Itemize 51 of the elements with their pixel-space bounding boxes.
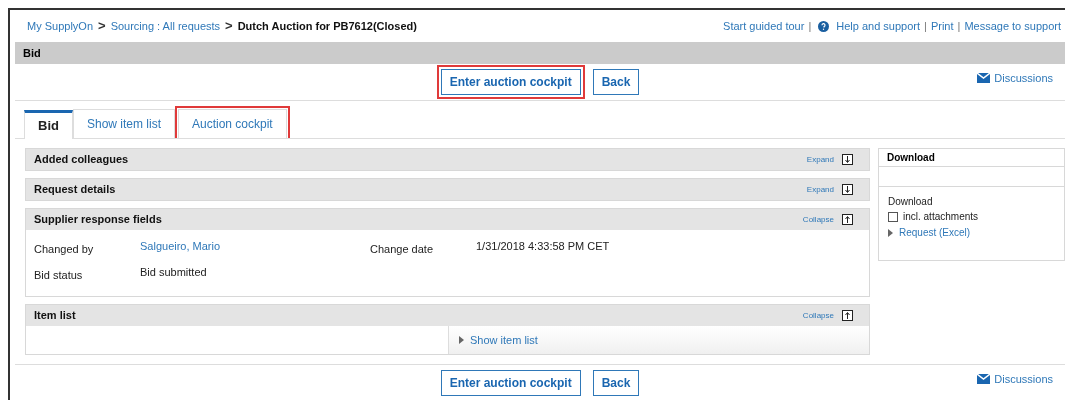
field-label: Change date — [370, 242, 434, 257]
breadcrumb-link[interactable]: My SupplyOn — [27, 17, 94, 35]
action-button[interactable]: Back — [592, 370, 640, 396]
checkbox-label: incl. attachments — [903, 210, 979, 224]
breadcrumb-current: Dutch Auction for PB7612(Closed) — [237, 18, 417, 34]
panel-title: Item list — [34, 308, 77, 324]
action-button[interactable]: Back — [592, 69, 640, 95]
toggle-link[interactable]: Expand — [806, 153, 834, 166]
field-value: 1/31/2018 4:33:58 PM CET — [476, 239, 611, 254]
collapse-icon[interactable] — [842, 310, 853, 321]
excel-download-link[interactable]: Request (Excel) — [888, 225, 1055, 240]
toggle-link[interactable]: Expand — [806, 183, 834, 196]
action-button[interactable]: Enter auction cockpit — [440, 69, 581, 95]
download-label: Download — [888, 195, 934, 209]
panel-title: Added colleagues — [34, 152, 130, 168]
envelope-icon — [977, 374, 991, 385]
top-link[interactable]: Help and support — [836, 17, 921, 35]
panel-title: Download — [887, 151, 935, 165]
expand-icon[interactable] — [842, 154, 853, 165]
link-separator: | — [924, 18, 927, 34]
breadcrumb-link[interactable]: Sourcing : All requests — [110, 17, 221, 35]
collapse-icon[interactable] — [842, 214, 853, 225]
panel-title: Supplier response fields — [34, 212, 163, 228]
action-button[interactable]: Enter auction cockpit — [440, 370, 581, 396]
field-value[interactable]: Salgueiro, Mario — [140, 238, 370, 258]
tab[interactable]: Bid — [24, 110, 73, 139]
breadcrumb-separator: > — [225, 17, 233, 36]
top-link[interactable]: Print — [930, 17, 954, 35]
help-icon — [818, 20, 830, 32]
toggle-link[interactable]: Collapse — [802, 309, 834, 322]
discussions-link[interactable]: Discussions — [977, 371, 1053, 388]
field-label: Changed by — [34, 242, 95, 257]
checkbox[interactable] — [888, 211, 898, 222]
breadcrumb-separator: > — [98, 17, 106, 36]
tab[interactable]: Auction cockpit — [178, 109, 287, 138]
section-title: Bid — [23, 45, 41, 61]
panel-title: Request details — [34, 182, 117, 198]
top-link[interactable]: Message to support — [964, 17, 1061, 35]
link-separator: | — [808, 18, 812, 34]
toggle-link[interactable]: Collapse — [802, 213, 834, 226]
tab[interactable]: Show item list — [72, 109, 175, 138]
expand-icon[interactable] — [842, 184, 853, 195]
link-separator: | — [957, 18, 961, 34]
field-value: Bid submitted — [140, 264, 208, 280]
show-item-list-link[interactable]: Show item list — [448, 326, 869, 354]
field-label: Bid status — [34, 267, 84, 283]
triangle-icon — [459, 336, 464, 344]
triangle-icon — [888, 228, 893, 237]
top-link[interactable]: Start guided tour — [723, 17, 805, 35]
discussions-link[interactable]: Discussions — [977, 70, 1053, 87]
envelope-icon — [977, 73, 991, 84]
